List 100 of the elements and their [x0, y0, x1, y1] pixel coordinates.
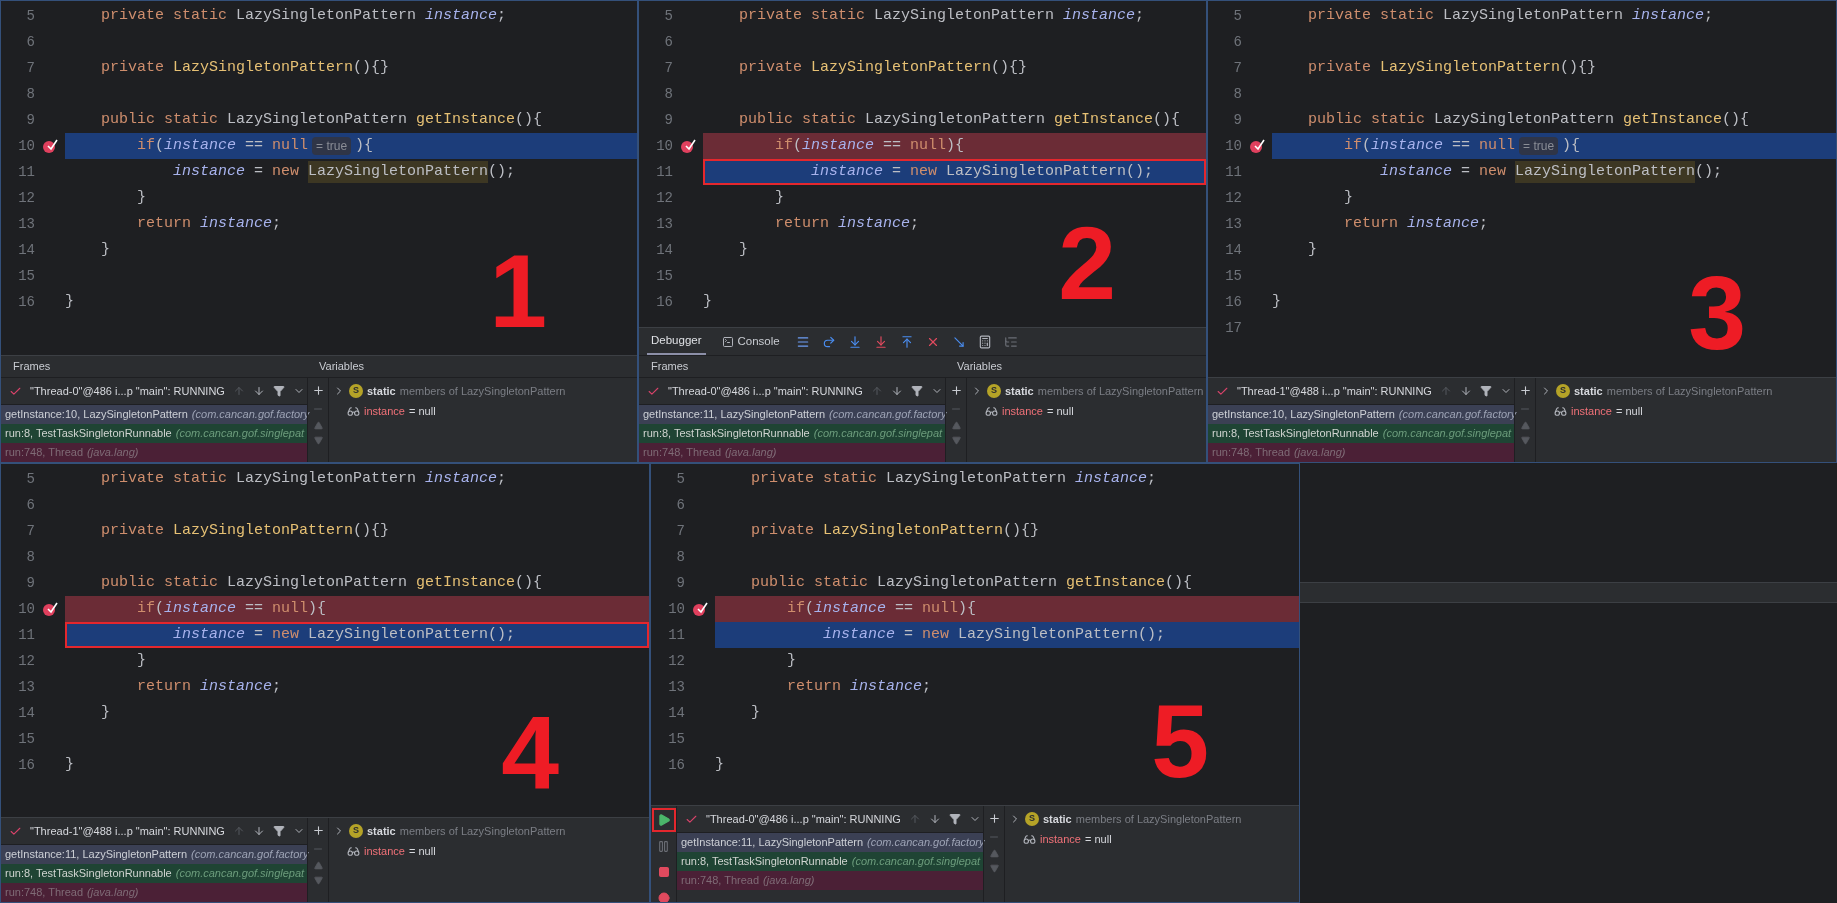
move-down-icon[interactable] [313, 436, 323, 445]
variable-name: instance [364, 403, 405, 419]
stack-frame[interactable]: run:8, TestTaskSingletonRunnable (com.cancan.gof.singlepat [1208, 424, 1514, 443]
add-icon[interactable] [987, 812, 1001, 825]
stack-frame[interactable]: getInstance:11, LazySingletonPattern (com.cancan.gof.factory [677, 833, 983, 852]
thread-label[interactable]: "Thread-0"@486 i...p "main": RUNNING [668, 382, 863, 400]
list-icon[interactable] [1003, 334, 1018, 349]
stack-frame[interactable]: run:8, TestTaskSingletonRunnable (com.cancan.gof.singlepat [1, 864, 307, 883]
thread-label[interactable]: "Thread-1"@488 i...p "main": RUNNING [1237, 382, 1432, 400]
code-line: } [715, 754, 725, 775]
move-down-icon[interactable] [951, 436, 961, 445]
line-number: 13 [17, 677, 35, 697]
line-number: 15 [17, 266, 35, 286]
stack-frame[interactable]: run:8, TestTaskSingletonRunnable (com.cancan.gof.singlepat [1, 424, 307, 443]
thread-label[interactable]: "Thread-0"@486 i...p "main": RUNNING [706, 810, 901, 828]
filter-icon[interactable] [948, 813, 961, 825]
step-out-icon[interactable] [899, 334, 914, 349]
move-up-icon[interactable] [989, 849, 999, 858]
code-line: private LazySingletonPattern(){} [100, 520, 391, 541]
filter-icon[interactable] [910, 385, 923, 397]
code-line: return instance; [136, 213, 283, 234]
step-number: 5 [1151, 689, 1209, 793]
filter-icon[interactable] [272, 385, 285, 397]
line-number: 10 [1224, 136, 1242, 156]
arrow-down-icon[interactable] [1459, 385, 1472, 397]
line-number: 8 [25, 547, 35, 567]
watch-icon [347, 404, 360, 418]
arrow-down-icon[interactable] [252, 825, 265, 837]
add-icon[interactable] [311, 384, 325, 397]
frames-header: Frames [650, 359, 690, 375]
move-down-icon[interactable] [989, 864, 999, 873]
panel-tab[interactable]: Debugger [647, 328, 706, 355]
step-number: 1 [489, 239, 547, 343]
line-number: 12 [1224, 188, 1242, 208]
watch-icon [1023, 832, 1036, 846]
step-number: 4 [501, 701, 559, 805]
resume-icon[interactable] [653, 810, 674, 830]
step-over-icon[interactable] [821, 334, 836, 349]
arrow-down-icon[interactable] [890, 385, 903, 397]
breakpoint-icon[interactable] [1249, 138, 1265, 154]
line-number: 17 [1224, 318, 1242, 338]
line-number: 13 [667, 677, 685, 697]
line-number: 15 [655, 266, 673, 286]
move-down-icon[interactable] [313, 876, 323, 885]
line-number: 7 [675, 521, 685, 541]
frames-header: Frames [12, 359, 52, 375]
breakpoint-icon[interactable] [692, 601, 708, 617]
stack-frame[interactable]: run:8, TestTaskSingletonRunnable (com.cancan.gof.singlepat [677, 852, 983, 871]
code-line: } [750, 702, 761, 723]
code-line: } [1343, 187, 1354, 208]
breakpoint-icon[interactable] [42, 138, 58, 154]
move-up-icon[interactable] [313, 861, 323, 870]
line-number: 13 [1224, 214, 1242, 234]
watch-icon [985, 404, 998, 418]
static-badge: S [1025, 812, 1039, 826]
run-to-cursor-icon[interactable] [951, 334, 966, 349]
add-icon[interactable] [311, 824, 325, 837]
panel-tab[interactable]: Console [717, 328, 784, 355]
line-number: 8 [675, 547, 685, 567]
breakpoint-icon[interactable] [680, 138, 696, 154]
move-up-icon[interactable] [1520, 421, 1530, 430]
line-number: 10 [17, 136, 35, 156]
step-number: 2 [1058, 211, 1116, 315]
stack-frame[interactable]: getInstance:11, LazySingletonPattern (com.cancan.gof.factory [639, 405, 945, 424]
add-icon[interactable] [949, 384, 963, 397]
variable-description: members of LazySingletonPattern [1075, 811, 1242, 827]
thread-label[interactable]: "Thread-1"@488 i...p "main": RUNNING [30, 822, 225, 840]
variable-name: instance [1002, 403, 1043, 419]
step-into-icon[interactable] [847, 334, 862, 349]
line-number: 10 [17, 599, 35, 619]
add-icon[interactable] [1518, 384, 1532, 397]
watch-icon [347, 844, 360, 858]
thread-label[interactable]: "Thread-0"@486 i...p "main": RUNNING [30, 382, 225, 400]
variable-description: members of LazySingletonPattern [399, 823, 566, 839]
list-icon[interactable] [795, 334, 810, 349]
code-line: return instance; [786, 676, 933, 697]
move-down-icon[interactable] [1520, 436, 1530, 445]
variable-description: members of LazySingletonPattern [1037, 383, 1204, 399]
arrow-down-icon[interactable] [928, 813, 941, 825]
line-number: 14 [667, 703, 685, 723]
arrow-down-icon[interactable] [252, 385, 265, 397]
variable-name: static [367, 383, 396, 399]
filter-icon[interactable] [272, 825, 285, 837]
calculator-icon[interactable] [977, 334, 992, 349]
code-line: } [1272, 291, 1282, 312]
force-step-into-icon[interactable] [873, 334, 888, 349]
static-badge: S [987, 384, 1001, 398]
stack-frame[interactable]: getInstance:11, LazySingletonPattern (com.cancan.gof.factory [1, 845, 307, 864]
line-number: 9 [663, 110, 673, 130]
stack-frame[interactable]: run:8, TestTaskSingletonRunnable (com.cancan.gof.singlepat [639, 424, 945, 443]
line-number: 7 [25, 58, 35, 78]
code-line: private LazySingletonPattern(){} [738, 57, 1029, 78]
line-number: 10 [667, 599, 685, 619]
code-line: } [136, 650, 147, 671]
move-up-icon[interactable] [951, 421, 961, 430]
line-number: 16 [17, 292, 35, 312]
code-line: public static LazySingletonPattern getInstance(){ [100, 109, 544, 130]
filter-icon[interactable] [1479, 385, 1492, 397]
breakpoint-icon[interactable] [42, 601, 58, 617]
move-up-icon[interactable] [313, 421, 323, 430]
